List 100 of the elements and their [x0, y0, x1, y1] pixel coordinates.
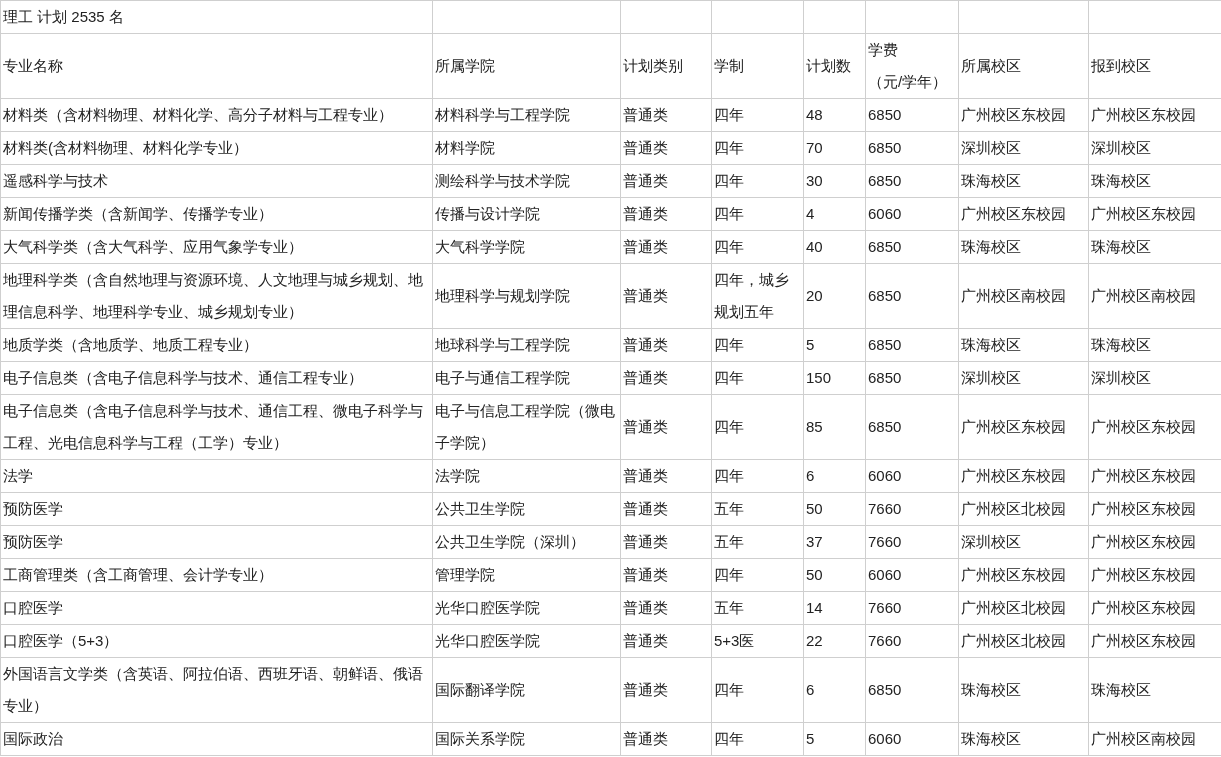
- table-cell: 普通类: [620, 394, 712, 460]
- table-cell: 四年: [711, 98, 804, 132]
- column-header: 计划数: [803, 33, 866, 99]
- table-cell: 口腔医学（5+3）: [0, 624, 433, 658]
- table-cell: 珠海校区: [958, 164, 1089, 198]
- table-cell: 四年，城乡规划五年: [711, 263, 804, 329]
- table-cell: 广州校区北校园: [958, 492, 1089, 526]
- table-cell: 光华口腔医学院: [432, 624, 621, 658]
- table-cell: 四年: [711, 558, 804, 592]
- table-cell: 公共卫生学院: [432, 492, 621, 526]
- column-header: 学制: [711, 33, 804, 99]
- table-cell: 6850: [865, 657, 959, 723]
- table-cell: 6: [803, 657, 866, 723]
- table-cell: 珠海校区: [958, 230, 1089, 264]
- table-cell: 电子与信息工程学院（微电子学院）: [432, 394, 621, 460]
- table-cell: 7660: [865, 492, 959, 526]
- table-title: 理工 计划 2535 名: [3, 8, 124, 25]
- table-cell: 20: [803, 263, 866, 329]
- table-cell: 6850: [865, 98, 959, 132]
- table-cell: 50: [803, 492, 866, 526]
- table-cell: 法学院: [432, 459, 621, 493]
- table-cell: 法学: [0, 459, 433, 493]
- table-cell: 6850: [865, 328, 959, 362]
- table-cell: 四年: [711, 459, 804, 493]
- table-cell: 四年: [711, 164, 804, 198]
- table-cell: 材料学院: [432, 131, 621, 165]
- table-cell: 珠海校区: [958, 328, 1089, 362]
- table-cell: 珠海校区: [958, 722, 1089, 756]
- table-cell: 国际翻译学院: [432, 657, 621, 723]
- table-cell: 深圳校区: [958, 525, 1089, 559]
- table-cell: 五年: [711, 492, 804, 526]
- table-cell: 四年: [711, 361, 804, 395]
- table-cell: 50: [803, 558, 866, 592]
- table-cell: 电子与通信工程学院: [432, 361, 621, 395]
- table-cell: 7660: [865, 525, 959, 559]
- table-cell: 预防医学: [0, 492, 433, 526]
- table-cell: 6850: [865, 361, 959, 395]
- table-cell: 国际政治: [0, 722, 433, 756]
- table-cell: 40: [803, 230, 866, 264]
- table-cell: 6060: [865, 558, 959, 592]
- table-cell: 150: [803, 361, 866, 395]
- table-cell: 公共卫生学院（深圳）: [432, 525, 621, 559]
- table-cell: 四年: [711, 722, 804, 756]
- table-cell: 6850: [865, 230, 959, 264]
- table-cell: 国际关系学院: [432, 722, 621, 756]
- table-cell: 广州校区北校园: [958, 624, 1089, 658]
- table-cell: 普通类: [620, 230, 712, 264]
- table-cell: 普通类: [620, 624, 712, 658]
- table-cell: 85: [803, 394, 866, 460]
- table-cell: 深圳校区: [958, 131, 1089, 165]
- table-cell: 普通类: [620, 98, 712, 132]
- table-cell: 广州校区南校园: [958, 263, 1089, 329]
- table-cell: 电子信息类（含电子信息科学与技术、通信工程、微电子科学与工程、光电信息科学与工程（工学）专业）: [0, 394, 433, 460]
- table-cell: 广州校区北校园: [958, 591, 1089, 625]
- table-cell: 6850: [865, 131, 959, 165]
- table-cell: 普通类: [620, 525, 712, 559]
- column-header: 计划类别: [620, 33, 712, 99]
- table-cell: 广州校区东校园: [958, 98, 1089, 132]
- table-cell: 7660: [865, 624, 959, 658]
- table-cell: 大气科学类（含大气科学、应用气象学专业）: [0, 230, 433, 264]
- table-cell: 6850: [865, 394, 959, 460]
- table-cell: 70: [803, 131, 866, 165]
- table-cell: 普通类: [620, 657, 712, 723]
- table-cell: 材料类（含材料物理、材料化学、高分子材料与工程专业）: [0, 98, 433, 132]
- table-cell: 5: [803, 328, 866, 362]
- table-cell: 普通类: [620, 722, 712, 756]
- column-header: （元/学年）: [868, 72, 949, 92]
- table-cell: 6060: [865, 722, 959, 756]
- table-cell: 四年: [711, 328, 804, 362]
- table-cell: 6850: [865, 164, 959, 198]
- table-cell: 5: [803, 722, 866, 756]
- table-cell: 6850: [865, 263, 959, 329]
- table-cell: 地理科学与规划学院: [432, 263, 621, 329]
- table-cell: 7660: [865, 591, 959, 625]
- table-cell: 广州校区东校园: [958, 459, 1089, 493]
- table-cell: 深圳校区: [958, 361, 1089, 395]
- table-cell: 普通类: [620, 197, 712, 231]
- table-cell: 五年: [711, 525, 804, 559]
- table-cell: 地理科学类（含自然地理与资源环境、人文地理与城乡规划、地理信息科学、地理科学专业、城乡规划专业）: [0, 263, 433, 329]
- table-cell: 遥感科学与技术: [0, 164, 433, 198]
- table-cell: 普通类: [620, 591, 712, 625]
- column-header: 所属学院: [432, 33, 621, 99]
- table-cell: 预防医学: [0, 525, 433, 559]
- table-cell: 材料科学与工程学院: [432, 98, 621, 132]
- column-header: 学费: [868, 40, 899, 60]
- column-header: 专业名称: [0, 33, 433, 99]
- table-cell: 新闻传播学类（含新闻学、传播学专业）: [0, 197, 433, 231]
- table-cell: 48: [803, 98, 866, 132]
- table-cell: 6: [803, 459, 866, 493]
- table-cell: 37: [803, 525, 866, 559]
- table-cell: 广州校区东校园: [958, 197, 1089, 231]
- table-cell: 普通类: [620, 492, 712, 526]
- table-cell: 口腔医学: [0, 591, 433, 625]
- table-cell: 电子信息类（含电子信息科学与技术、通信工程专业）: [0, 361, 433, 395]
- table-cell: 30: [803, 164, 866, 198]
- table-cell: 五年: [711, 591, 804, 625]
- table-cell: 管理学院: [432, 558, 621, 592]
- table-cell: 四年: [711, 131, 804, 165]
- table-cell: 地球科学与工程学院: [432, 328, 621, 362]
- table-cell: 普通类: [620, 459, 712, 493]
